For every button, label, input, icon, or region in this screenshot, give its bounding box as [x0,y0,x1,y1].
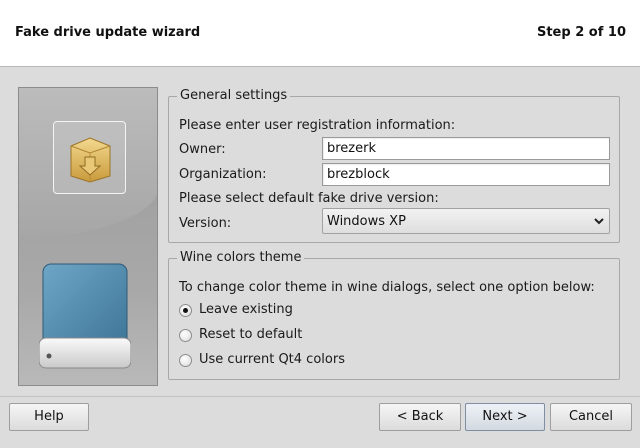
cancel-button[interactable]: Cancel [550,403,632,431]
version-select[interactable]: Windows XP [322,208,610,234]
radio-button[interactable] [179,304,192,317]
help-button[interactable]: Help [9,403,89,431]
wizard-title: Fake drive update wizard [15,25,201,40]
organization-label: Organization: [179,167,267,182]
chevron-down-icon [594,218,604,225]
owner-label: Owner: [179,142,226,157]
radio-label: Leave existing [199,302,293,317]
hard-drive-icon [38,262,132,370]
radio-label: Use current Qt4 colors [199,352,345,367]
package-download-icon [53,121,126,194]
footer-divider [0,396,640,397]
general-settings-legend: General settings [177,88,291,103]
radio-button[interactable] [179,329,192,342]
next-button[interactable]: Next > [465,403,545,431]
registration-prompt: Please enter user registration informati… [179,118,456,133]
wine-colors-group: Wine colors theme To change color theme … [168,250,620,380]
step-indicator: Step 2 of 10 [536,25,626,40]
radio-button[interactable] [179,354,192,367]
wizard-header: Fake drive update wizard Step 2 of 10 [0,0,640,67]
owner-field[interactable]: brezerk [322,137,610,160]
wine-colors-legend: Wine colors theme [177,250,305,265]
organization-field[interactable]: brezblock [322,163,610,186]
version-label: Version: [179,216,232,231]
general-settings-group: General settings Please enter user regis… [168,88,620,243]
theme-prompt: To change color theme in wine dialogs, s… [179,280,595,295]
version-prompt: Please select default fake drive version… [179,191,439,206]
version-select-value: Windows XP [327,214,406,229]
side-panel [18,87,158,386]
radio-label: Reset to default [199,327,303,342]
back-button[interactable]: < Back [379,403,461,431]
